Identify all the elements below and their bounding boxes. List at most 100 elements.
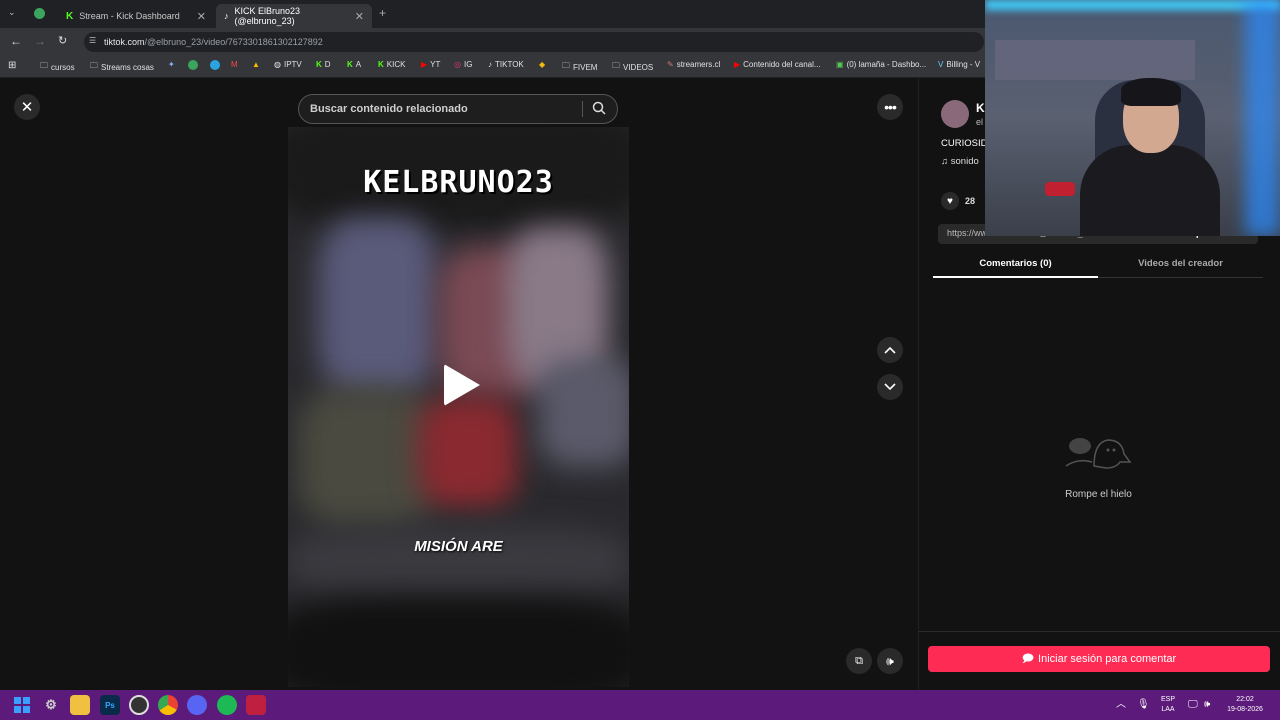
bookmark-iptv[interactable]: ◍ IPTV <box>274 60 302 69</box>
avatar[interactable] <box>941 100 969 128</box>
tab-label: KICK ElBruno23 (@elbruno_23) <box>234 6 301 26</box>
tab-comments[interactable]: Comentarios (0) <box>933 250 1098 278</box>
tab-label: Stream - Kick Dashboard <box>79 11 180 21</box>
tab-search-icon[interactable]: ⌄ <box>8 7 16 18</box>
reload-icon[interactable]: ↻ <box>58 34 67 47</box>
tab-kick-elbruno[interactable]: ♪ KICK ElBruno23 (@elbruno_23) ✕ <box>216 4 372 28</box>
close-tab-icon[interactable]: ✕ <box>355 10 364 23</box>
bookmark-green-icon[interactable] <box>188 60 198 70</box>
webcam-shelf <box>995 40 1195 80</box>
profile-icon[interactable] <box>34 8 45 19</box>
video-description: CURIOSID <box>941 138 988 149</box>
forward-icon[interactable]: → <box>34 34 46 48</box>
heart-icon: ♥ <box>941 192 959 210</box>
bookmark-telegram-icon[interactable] <box>210 60 220 70</box>
empty-comments-icon <box>1064 432 1134 472</box>
tab-kick-dashboard[interactable]: K Stream - Kick Dashboard ✕ <box>58 4 214 28</box>
more-options-icon[interactable]: ••• <box>877 94 903 120</box>
photoshop-icon[interactable]: Ps <box>100 695 120 715</box>
show-hidden-icons[interactable]: ︿ <box>1116 690 1126 720</box>
like-button[interactable]: ♥ 28 <box>941 192 975 210</box>
previous-video-icon[interactable] <box>877 337 903 363</box>
kick-icon: K <box>316 60 322 69</box>
tab-creator-videos[interactable]: Videos del creador <box>1098 250 1263 278</box>
folder-icon: 🗀 <box>562 61 570 70</box>
bookmark-maps-icon[interactable]: M <box>231 60 238 69</box>
search-input[interactable]: Buscar contenido relacionado <box>298 94 618 124</box>
tiktok-favicon-icon: ♪ <box>224 11 229 21</box>
start-icon[interactable] <box>12 695 32 715</box>
bookmark-star-icon[interactable]: ✦ <box>168 60 175 69</box>
close-tab-icon[interactable]: ✕ <box>197 10 206 23</box>
twitch-icon: ▣ <box>836 60 844 69</box>
discord-icon[interactable] <box>187 695 207 715</box>
streaming-app-icon[interactable] <box>246 695 266 715</box>
bookmark-ig[interactable]: ◎ IG <box>454 60 472 69</box>
folder-icon: 🗀 <box>612 61 620 70</box>
music-note-icon: ♫ <box>941 156 949 167</box>
bookmark-yt[interactable]: ▶ YT <box>421 60 440 69</box>
url-host: tiktok.com <box>104 37 145 47</box>
next-video-icon[interactable] <box>877 374 903 400</box>
site-info-icon[interactable]: ☰ <box>89 36 96 45</box>
back-icon[interactable]: ← <box>10 34 22 48</box>
author-initial[interactable]: K <box>976 101 985 115</box>
close-icon[interactable]: ✕ <box>14 94 40 120</box>
sound-link[interactable]: ♫ sonido <box>941 156 979 167</box>
bookmark-a[interactable]: KA <box>347 60 361 69</box>
microphone-icon[interactable]: 🎙 <box>1137 690 1150 720</box>
bookmark-cursos[interactable]: 🗀 cursos <box>40 60 75 74</box>
volume-icon[interactable]: 🕪 <box>877 648 903 674</box>
bookmark-kick[interactable]: K KICK <box>378 60 405 69</box>
kick-favicon-icon: K <box>66 10 74 22</box>
blur-shape <box>298 387 438 527</box>
globe-icon: ◍ <box>274 60 281 69</box>
blur-shape <box>538 357 629 467</box>
bookmark-streams-cosas[interactable]: 🗀 Streams cosas <box>90 60 154 74</box>
new-tab-icon[interactable]: + <box>379 6 386 20</box>
instagram-icon: ◎ <box>454 60 461 69</box>
apps-grid-icon[interactable]: ⊞ <box>8 60 16 71</box>
settings-gear-icon[interactable]: ⚙ <box>41 695 61 715</box>
blur-shape <box>288 597 629 687</box>
bookmark-dashboard[interactable]: ▣ (0) lamaña - Dashbo... <box>836 60 926 69</box>
language-indicator[interactable]: ESP LAA <box>1158 690 1178 720</box>
bookmark-drive-icon[interactable]: ▲ <box>252 60 260 69</box>
vercel-icon: V <box>938 60 944 69</box>
youtube-icon: ▶ <box>734 60 741 69</box>
chrome-icon[interactable] <box>158 695 178 715</box>
streamers-icon: ✎ <box>667 60 674 69</box>
bookmark-tiktok[interactable]: ♪ TIKTOK <box>488 60 524 69</box>
video-brand-text: KELBRUNO23 <box>363 165 554 200</box>
bookmark-binance-icon[interactable]: ◆ <box>539 60 545 69</box>
bookmark-d[interactable]: KD <box>316 60 331 69</box>
kick-icon: K <box>378 60 384 69</box>
clock[interactable]: 22:02 19-08-2026 <box>1222 690 1268 720</box>
bookmark-billing[interactable]: V Billing - V <box>938 60 980 69</box>
url-field[interactable]: ☰ tiktok.com/@elbruno_23/video/767330186… <box>84 32 984 52</box>
login-to-comment-button[interactable]: 🗩 Iniciar sesión para comentar <box>928 646 1270 672</box>
video-player[interactable]: KELBRUNO23 MISIÓN ARE <box>288 127 629 687</box>
author-handle[interactable]: el <box>976 117 983 127</box>
speaker-icon[interactable]: 🕪 <box>1204 690 1210 720</box>
bookmark-fivem[interactable]: 🗀 FIVEM <box>562 60 597 74</box>
play-icon[interactable] <box>444 364 480 406</box>
webcam-overlay <box>985 0 1280 236</box>
like-count: 28 <box>965 196 976 206</box>
spotify-icon[interactable] <box>217 695 237 715</box>
search-placeholder: Buscar contenido relacionado <box>310 103 468 115</box>
floating-player-icon[interactable]: ⧉ <box>846 648 872 674</box>
folder-icon: 🗀 <box>90 61 98 70</box>
video-caption: MISIÓN ARE <box>414 538 503 555</box>
bookmark-streamers[interactable]: ✎ streamers.cl <box>667 60 720 69</box>
webcam-microphone <box>1045 182 1075 196</box>
webcam-led-strip <box>985 0 1280 10</box>
search-icon[interactable] <box>592 101 606 115</box>
file-explorer-icon[interactable] <box>70 695 90 715</box>
bookmark-contenido[interactable]: ▶ Contenido del canal... <box>734 60 821 69</box>
obs-icon[interactable] <box>129 695 149 715</box>
tiktok-icon: ♪ <box>488 60 492 69</box>
bookmark-videos[interactable]: 🗀 VIDEOS <box>612 60 653 74</box>
network-icon[interactable]: 🖵 <box>1188 690 1198 720</box>
webcam-led-side <box>1245 0 1280 236</box>
